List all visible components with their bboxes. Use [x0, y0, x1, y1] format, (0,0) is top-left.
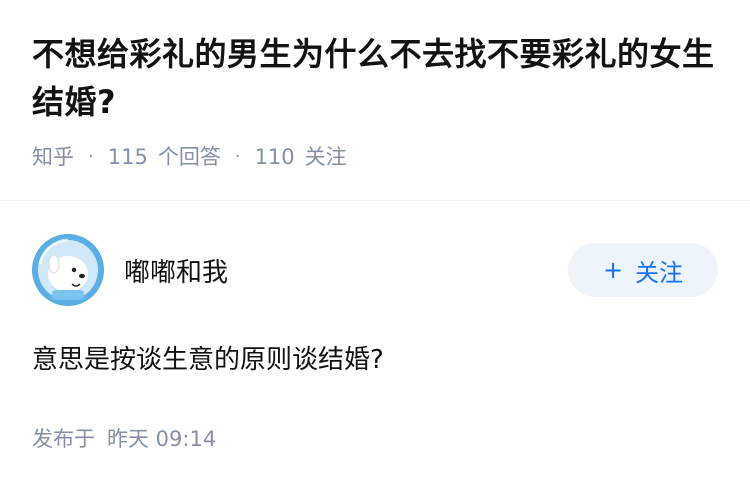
separator-dot: ·	[234, 146, 241, 167]
follow-button-label: 关注	[635, 258, 684, 287]
follower-count-label: 关注	[304, 145, 347, 169]
question-header: 不想给彩礼的男生为什么不去找不要彩礼的女生结婚? 知乎 · 115 个回答 · …	[32, 30, 732, 172]
separator-dot: ·	[88, 146, 94, 167]
question-meta: 知乎 · 115 个回答 · 110 关注	[32, 142, 732, 172]
source-label[interactable]: 知乎	[32, 142, 74, 172]
divider	[0, 200, 750, 201]
question-title[interactable]: 不想给彩礼的男生为什么不去找不要彩礼的女生结婚?	[32, 30, 732, 126]
dog-astronaut-avatar-icon	[32, 234, 104, 306]
follower-count: 110	[254, 145, 295, 169]
published-time: 昨天 09:14	[107, 427, 217, 451]
author-row: 嘟嘟和我 + 关注	[32, 234, 718, 306]
follow-button[interactable]: + 关注	[568, 243, 718, 297]
answer-count-label: 个回答	[157, 145, 221, 169]
author-name[interactable]: 嘟嘟和我	[124, 252, 568, 289]
plus-icon: +	[602, 256, 624, 284]
avatar[interactable]	[32, 234, 104, 306]
published-prefix: 发布于	[32, 427, 95, 451]
answer-footer: 发布于 昨天 09:14	[32, 424, 718, 454]
answer-count: 115	[107, 145, 148, 169]
answer-content[interactable]: 意思是按谈生意的原则谈结婚?	[32, 340, 718, 380]
answer-card: 嘟嘟和我 + 关注 意思是按谈生意的原则谈结婚? 发布于 昨天 09:14	[32, 234, 718, 454]
